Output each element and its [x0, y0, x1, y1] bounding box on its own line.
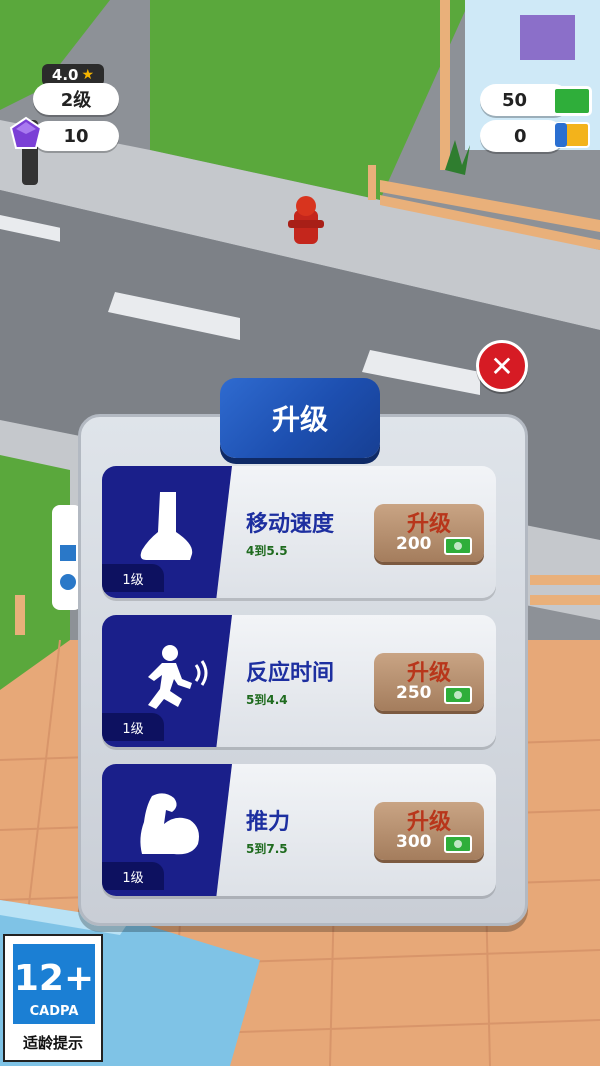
gem-pill: 10 [33, 121, 119, 151]
upgrade-price: 300 [396, 832, 432, 852]
level-badge: 1级 [102, 713, 164, 741]
gem-icon [9, 116, 43, 149]
age-rating-org: CADPA [29, 1004, 79, 1019]
gem-count: 10 [63, 125, 89, 147]
age-rating-box: 12+ CADPA [13, 944, 95, 1024]
level-badge: 1级 [102, 564, 164, 592]
level-pill: 2级 [33, 83, 119, 115]
flexed-arm-icon [140, 793, 199, 855]
close-button[interactable]: ✕ [476, 340, 528, 392]
upgrade-row-reaction: 1级 反应时间 5到4.4 升级 250 [102, 615, 496, 747]
upgrade-name: 推力 [246, 810, 291, 835]
panel-title: 升级 [220, 378, 380, 458]
upgrade-row-speed: 1级 移动速度 4到5.5 升级 200 [102, 466, 496, 598]
level-badge: 1级 [102, 862, 164, 890]
game-scene: 4.0 ★ 2级 10 50 0 升级 ✕ 1级 移动速度 4到5.5 升级 2… [0, 0, 600, 1066]
cash-icon [552, 86, 592, 116]
foot-icon [140, 492, 193, 560]
star-icon: ★ [81, 67, 95, 83]
level-text: 2级 [60, 90, 92, 111]
upgrade-price: 250 [396, 683, 432, 703]
upgrade-row-push: 1级 推力 5到7.5 升级 300 [102, 764, 496, 896]
cash-icon [444, 686, 472, 704]
upgrade-button[interactable]: 升级 250 [374, 653, 484, 711]
upgrade-name: 反应时间 [246, 661, 335, 686]
age-rating-tip: 适龄提示 [22, 1034, 83, 1052]
age-rating-age: 12+ [13, 958, 95, 999]
ticket-count: 0 [514, 125, 527, 147]
upgrade-button[interactable]: 升级 300 [374, 802, 484, 860]
upgrade-name: 移动速度 [246, 512, 335, 537]
upgrade-button[interactable]: 升级 200 [374, 504, 484, 562]
cash-icon [444, 835, 472, 853]
upgrade-range: 5到4.4 [246, 693, 288, 707]
runner-icon [148, 645, 208, 709]
cash-icon [444, 537, 472, 555]
close-icon: ✕ [490, 349, 514, 383]
age-rating-badge: 12+ CADPA 适龄提示 [3, 934, 103, 1062]
ticket-icon [554, 122, 590, 148]
upgrade-price: 200 [396, 534, 432, 554]
cash-count: 50 [502, 89, 528, 111]
panel-title-text: 升级 [271, 403, 328, 436]
upgrade-range: 5到7.5 [246, 842, 288, 856]
rating-value: 4.0 [51, 66, 79, 84]
upgrade-range: 4到5.5 [246, 544, 288, 558]
